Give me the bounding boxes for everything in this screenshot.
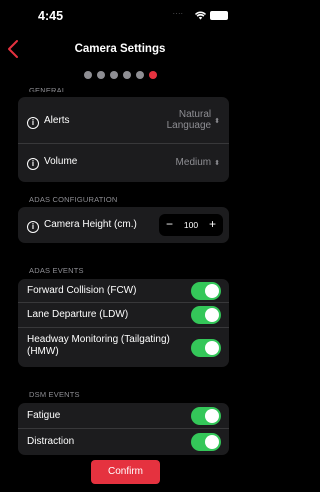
page-dot	[122, 71, 131, 79]
fatigue-label: Fatigue	[27, 410, 61, 421]
alerts-select[interactable]: Natural Language ⬍	[167, 109, 220, 131]
distraction-row: Distraction	[18, 429, 229, 455]
page-indicator	[0, 71, 240, 81]
nav-bar: Camera Settings	[0, 34, 240, 64]
volume-row[interactable]: i Volume Medium ⬍	[18, 144, 229, 182]
page-dot	[135, 71, 144, 79]
camera-height-row: i Camera Height (cm.) − 100 +	[18, 207, 229, 243]
adas-config-group: i Camera Height (cm.) − 100 +	[18, 207, 229, 243]
battery-icon	[210, 11, 228, 20]
alerts-value-line1: Natural	[178, 109, 212, 120]
status-time: 4:45	[38, 9, 64, 23]
distraction-label: Distraction	[27, 436, 75, 447]
alerts-value-line2: Language	[166, 120, 212, 131]
hmw-label: Headway Monitoring (Tailgating) (HMW)	[27, 334, 170, 358]
increment-button[interactable]: +	[209, 217, 216, 231]
section-header-adas-config: ADAS CONFIGURATION	[29, 195, 118, 204]
hmw-row: Headway Monitoring (Tailgating) (HMW)	[18, 328, 229, 367]
volume-value: Medium	[175, 157, 212, 168]
section-header-adas-events: ADAS EVENTS	[29, 266, 84, 275]
volume-label: Volume	[44, 156, 78, 167]
volume-select[interactable]: Medium ⬍	[176, 157, 220, 169]
page-dot	[109, 71, 118, 79]
fcw-row: Forward Collision (FCW)	[18, 279, 229, 303]
section-header-general: GENERAL	[29, 86, 67, 92]
hmw-label-line2: (HMW)	[27, 346, 59, 357]
dsm-events-group: Fatigue Distraction	[18, 403, 229, 455]
section-header-dsm-events: DSM EVENTS	[29, 390, 80, 399]
confirm-button[interactable]: Confirm	[91, 460, 160, 484]
adas-events-group: Forward Collision (FCW) Lane Departure (…	[18, 279, 229, 367]
hmw-label-line1: Headway Monitoring (Tailgating)	[27, 334, 170, 345]
fcw-label: Forward Collision (FCW)	[27, 285, 137, 296]
info-icon: i	[27, 158, 39, 170]
camera-height-stepper[interactable]: − 100 +	[159, 214, 223, 236]
ldw-label: Lane Departure (LDW)	[27, 309, 129, 320]
chevron-updown-icon: ⬍	[214, 160, 220, 167]
alerts-row[interactable]: i Alerts Natural Language ⬍	[18, 97, 229, 144]
camera-height-label: Camera Height (cm.)	[44, 219, 137, 230]
distraction-toggle[interactable]	[191, 433, 221, 451]
info-icon: i	[27, 221, 39, 233]
alerts-label: Alerts	[44, 115, 70, 126]
page-title: Camera Settings	[74, 43, 166, 55]
ldw-toggle[interactable]	[191, 306, 221, 324]
hmw-toggle[interactable]	[191, 339, 221, 357]
page-dot-active	[148, 71, 157, 79]
page-dot	[83, 71, 92, 79]
fcw-toggle[interactable]	[191, 282, 221, 300]
chevron-updown-icon: ⬍	[214, 117, 220, 125]
page-dot	[96, 71, 105, 79]
wifi-icon	[195, 11, 206, 20]
status-bar: 4:45 ....	[0, 0, 240, 34]
fatigue-toggle[interactable]	[191, 407, 221, 425]
fatigue-row: Fatigue	[18, 403, 229, 429]
general-group: i Alerts Natural Language ⬍ i Volume Mediu…	[18, 97, 229, 182]
ldw-row: Lane Departure (LDW)	[18, 303, 229, 328]
info-icon: i	[27, 117, 39, 129]
signal-indicator: ....	[173, 10, 184, 16]
